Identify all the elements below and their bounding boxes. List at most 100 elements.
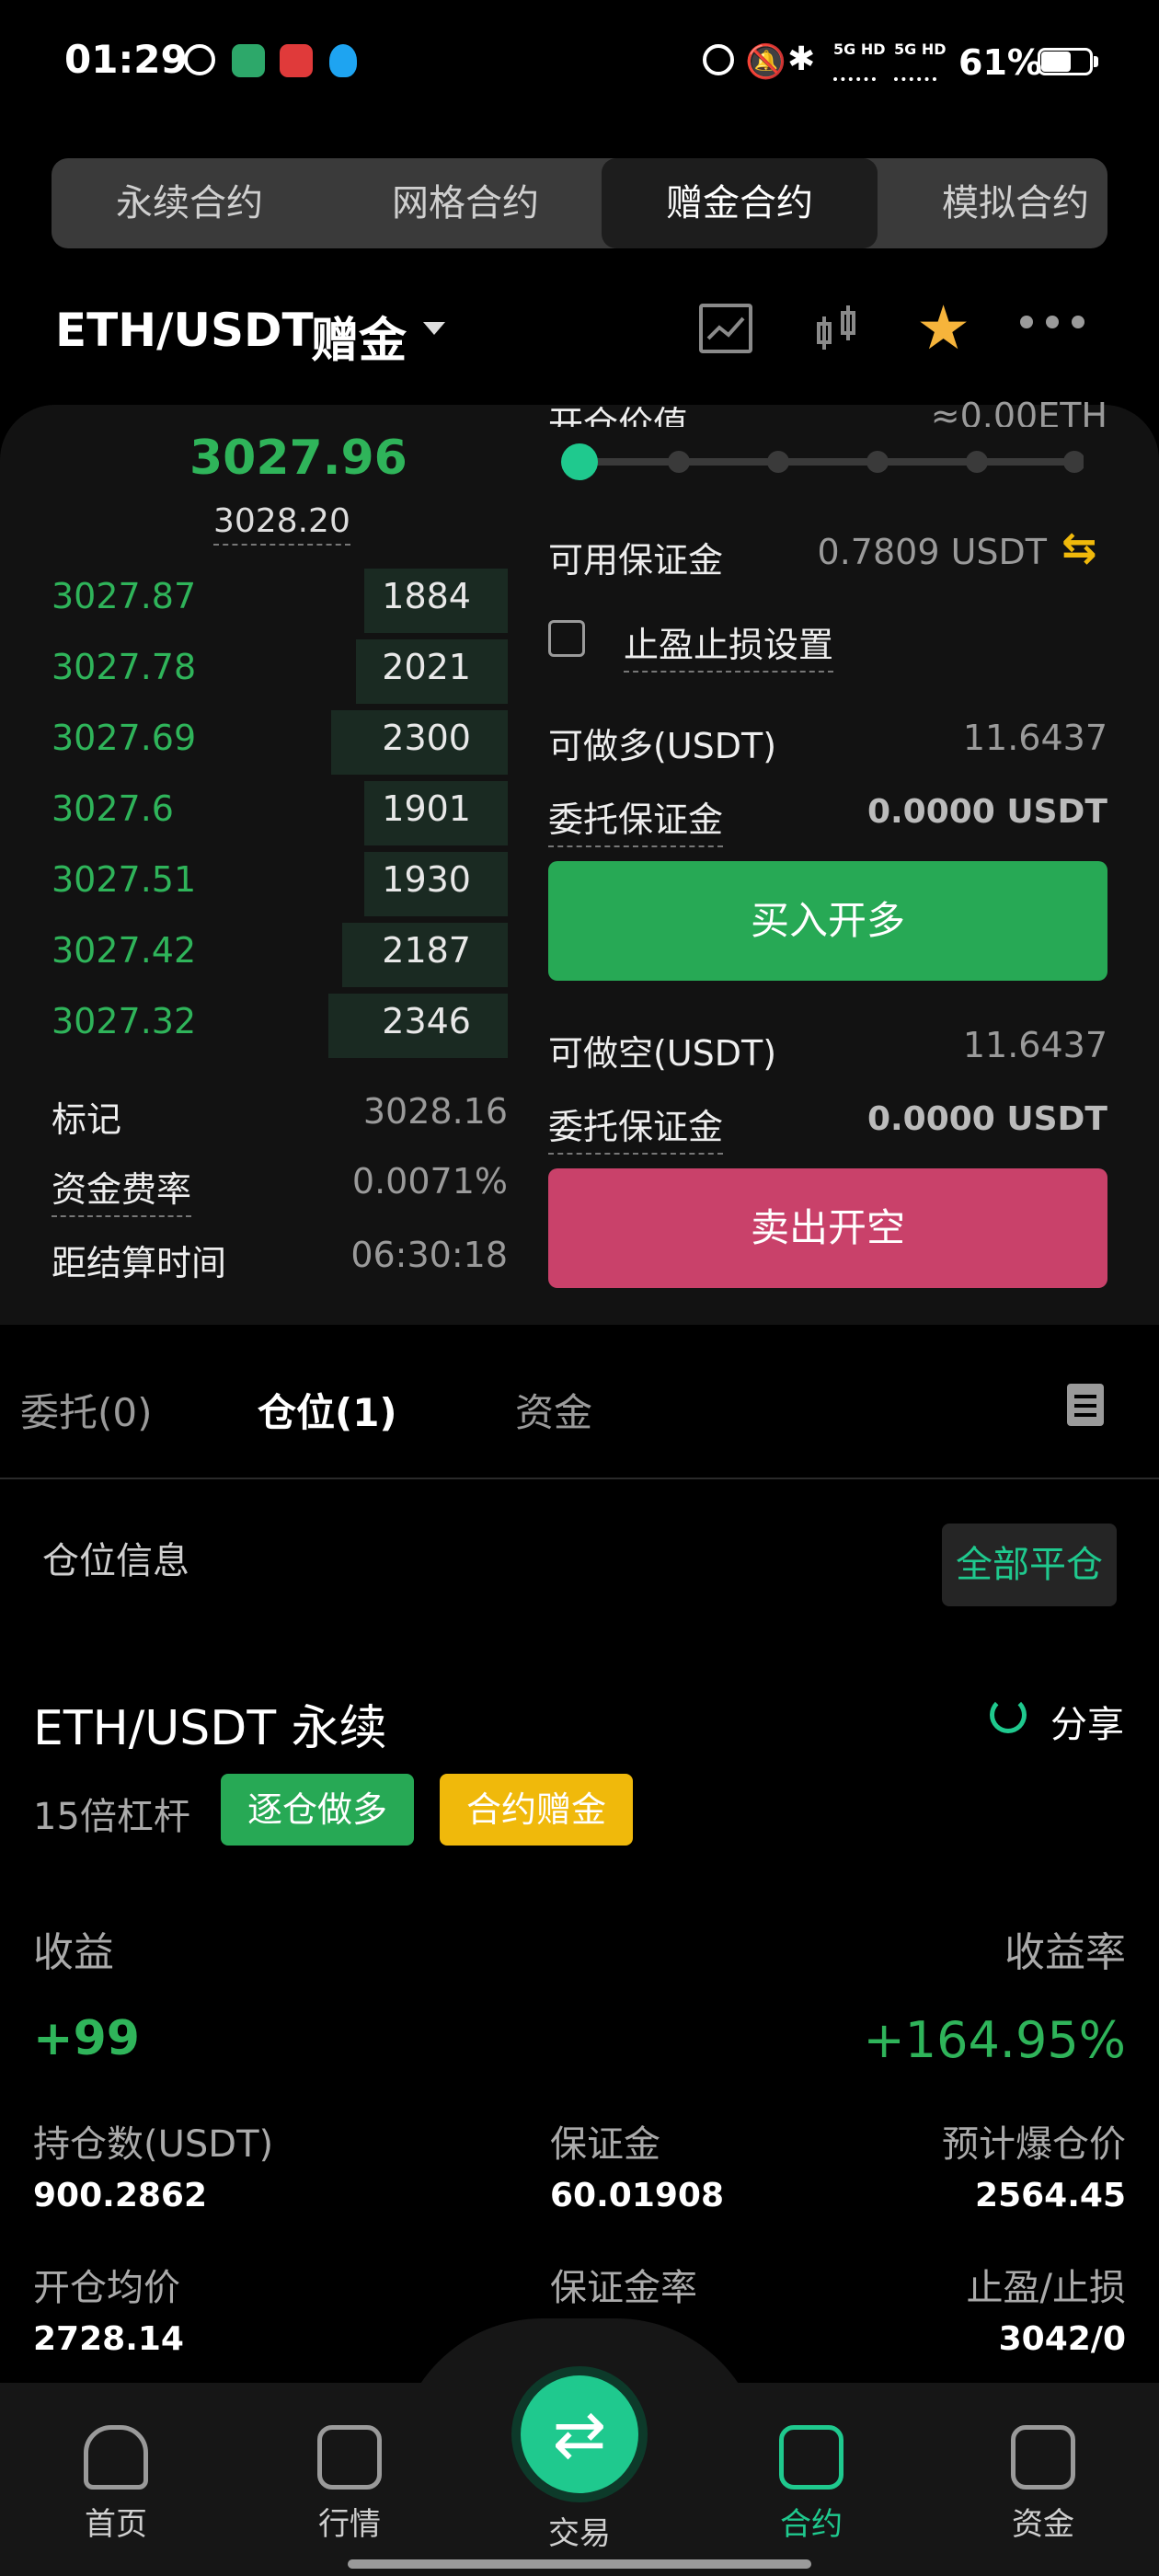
tab-simulated[interactable]: 模拟合约 — [878, 158, 1107, 248]
tab-grid[interactable]: 网格合约 — [327, 158, 603, 248]
nav-wallet-label: 资金 — [1012, 2506, 1074, 2543]
mute-icon: 🔕 — [745, 43, 786, 81]
orderbook-row[interactable]: 3027.51 1930 — [52, 852, 508, 916]
orderbook-price: 3027.51 — [52, 859, 197, 900]
app-green-icon — [232, 44, 265, 77]
funding-label[interactable]: 资金费率 — [52, 1161, 192, 1217]
isolated-long-tag: 逐仓做多 — [221, 1774, 414, 1846]
entry-value: 2728.14 — [33, 2320, 184, 2358]
tpsl-pos-value: 3042/0 — [998, 2320, 1126, 2358]
nav-home-label: 首页 — [85, 2506, 147, 2543]
share-icon[interactable] — [990, 1696, 1027, 1733]
orderbook-qty: 2346 — [382, 1001, 471, 1041]
orderbook-qty: 1884 — [382, 576, 471, 616]
roe-value: +164.95% — [863, 2011, 1126, 2069]
settle-value: 06:30:18 — [350, 1235, 508, 1275]
pos-margin-value: 60.01908 — [550, 2177, 725, 2214]
market-icon — [317, 2425, 382, 2490]
orderbook-qty: 1901 — [382, 788, 471, 829]
orderbook-price: 3027.32 — [52, 1001, 197, 1041]
pos-margin-label: 保证金 — [550, 2123, 660, 2166]
margin2-value: 0.0000 USDT — [866, 1100, 1107, 1138]
mark-price-sub[interactable]: 3028.20 — [213, 502, 350, 546]
available-value: 0.7809 USDT — [817, 532, 1047, 572]
nav-market[interactable]: 行情 — [285, 2425, 414, 2544]
roe-label: 收益率 — [1004, 1929, 1126, 1976]
settle-label: 距结算时间 — [52, 1243, 227, 1283]
network1-label: 5G HD — [833, 40, 886, 58]
share-label[interactable]: 分享 — [1050, 1695, 1124, 1748]
status-time: 01:29 — [64, 37, 188, 82]
chevron-down-icon[interactable] — [423, 322, 445, 335]
orderbook-price: 3027.87 — [52, 576, 197, 616]
leverage-slider[interactable] — [559, 442, 1085, 482]
pair-mode[interactable]: 赠金 — [311, 302, 407, 371]
orderbook-price: 3027.6 — [52, 788, 174, 829]
liq-label: 预计爆仓价 — [942, 2123, 1126, 2166]
pnl-label: 收益 — [33, 1929, 114, 1976]
tab-funds[interactable]: 资金 — [515, 1382, 592, 1438]
alarm-icon — [703, 44, 734, 75]
mark-label: 标记 — [52, 1099, 122, 1140]
sell-short-button[interactable]: 卖出开空 — [548, 1168, 1107, 1288]
pair-title[interactable]: ETH/USDT — [55, 304, 314, 357]
orderbook-row[interactable]: 3027.87 1884 — [52, 569, 508, 633]
tpsl-label[interactable]: 止盈止损设置 — [624, 616, 834, 673]
tpsl-checkbox[interactable] — [548, 620, 585, 657]
orderbook-row[interactable]: 3027.32 2346 — [52, 994, 508, 1058]
nav-wallet[interactable]: 资金 — [979, 2425, 1107, 2544]
entry-label: 开仓均价 — [33, 2267, 180, 2309]
home-icon — [84, 2425, 148, 2490]
margin-value: 0.0000 USDT — [866, 793, 1107, 831]
swap-icon: ⇄ — [552, 2397, 607, 2472]
tab-perpetual[interactable]: 永续合约 — [52, 158, 327, 248]
wallet-icon — [1011, 2425, 1075, 2490]
star-icon[interactable]: ★ — [916, 293, 970, 363]
orderbook-row[interactable]: 3027.78 2021 — [52, 639, 508, 704]
app-red-icon — [280, 44, 313, 77]
chart-icon[interactable] — [699, 304, 752, 353]
orderbook-row[interactable]: 3027.69 2300 — [52, 710, 508, 775]
long-value: 11.6437 — [962, 718, 1107, 758]
tpsl-pos-label: 止盈/止损 — [966, 2267, 1126, 2309]
tab-positions[interactable]: 仓位(1) — [258, 1382, 397, 1438]
margin2-label[interactable]: 委托保证金 — [548, 1098, 724, 1155]
funding-value: 0.0071% — [351, 1161, 508, 1202]
nav-home[interactable]: 首页 — [52, 2425, 180, 2544]
margin-label[interactable]: 委托保证金 — [548, 791, 724, 847]
trade-fab[interactable]: ⇄ — [521, 2375, 638, 2493]
nav-trade-label: 交易 — [548, 2515, 611, 2552]
bluetooth-icon: ✱ — [787, 40, 816, 78]
size-value: 900.2862 — [33, 2177, 208, 2214]
orderbook-price: 3027.69 — [52, 718, 197, 758]
qq-icon — [329, 44, 357, 77]
margin-rate-label: 保证金率 — [550, 2267, 697, 2309]
orderbook-row[interactable]: 3027.6 1901 — [52, 781, 508, 845]
nav-contract-label: 合约 — [780, 2506, 843, 2543]
orderbook-row[interactable]: 3027.42 2187 — [52, 923, 508, 987]
orderbook-qty: 2021 — [382, 647, 471, 687]
orderbook-qty: 2300 — [382, 718, 471, 758]
position-section-title: 仓位信息 — [42, 1540, 189, 1582]
document-icon[interactable] — [1067, 1384, 1104, 1426]
nav-contract[interactable]: 合约 — [747, 2425, 876, 2544]
buy-long-button[interactable]: 买入开多 — [548, 861, 1107, 981]
tab-orders[interactable]: 委托(0) — [20, 1382, 153, 1438]
orderbook-price: 3027.42 — [52, 930, 197, 971]
transfer-icon[interactable]: ⇆ — [1061, 523, 1097, 572]
nav-trade[interactable]: 交易 — [515, 2508, 644, 2553]
open-value-label: 开仓价值 — [548, 404, 689, 427]
more-icon[interactable] — [1017, 313, 1087, 335]
candlestick-icon[interactable] — [813, 304, 865, 362]
network2-label: 5G HD — [894, 40, 947, 58]
orderbook-qty: 1930 — [382, 859, 471, 900]
mark-value: 3028.16 — [362, 1091, 508, 1132]
battery-fill — [1041, 52, 1071, 72]
app-k-icon — [184, 44, 215, 75]
contract-icon — [779, 2425, 843, 2490]
signal1-icon — [833, 61, 876, 81]
signal2-icon — [894, 61, 936, 81]
leverage-label: 15倍杠杆 — [33, 1796, 190, 1838]
tab-bonus[interactable]: 赠金合约 — [602, 158, 878, 248]
close-all-button[interactable]: 全部平仓 — [942, 1524, 1117, 1606]
